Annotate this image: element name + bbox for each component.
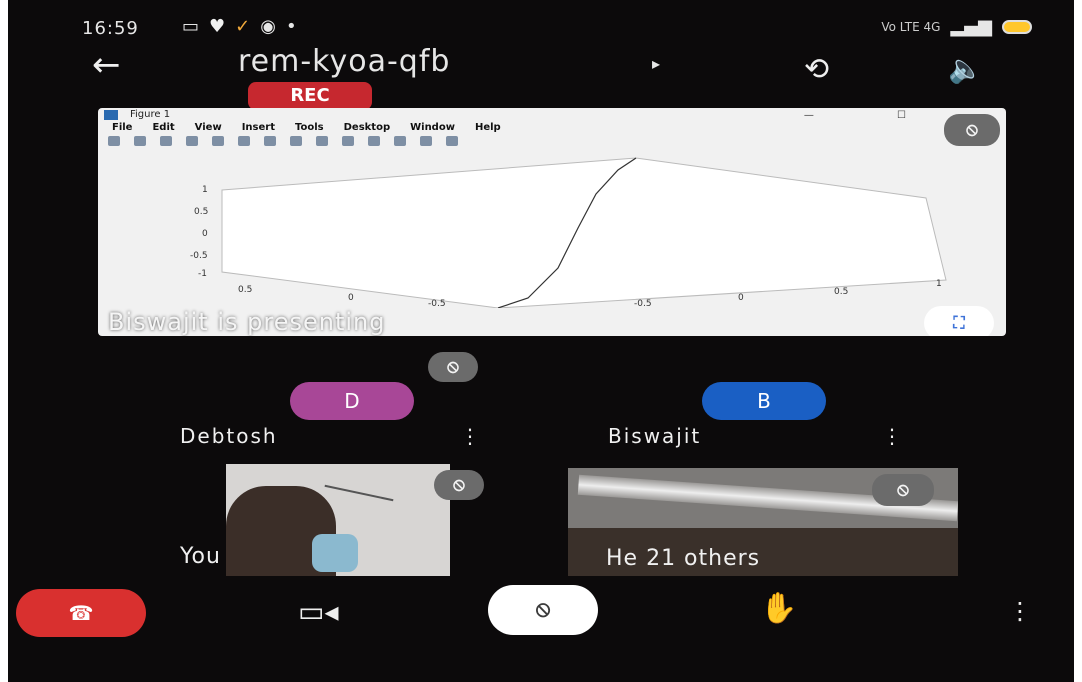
toolbar-icon bbox=[134, 136, 146, 146]
status-right: Vo LTE 4G ▂▄▆ bbox=[881, 16, 1032, 37]
record-icon: ◉ bbox=[260, 16, 276, 37]
self-muted-mic-icon: ⦸ bbox=[434, 470, 484, 500]
menu-item-file: File bbox=[112, 122, 133, 133]
status-time: 16:59 bbox=[82, 18, 139, 39]
presenting-label: Biswajit is presenting bbox=[108, 308, 386, 336]
fullscreen-icon[interactable]: ⛶ bbox=[924, 306, 994, 336]
signal-icon: ▂▄▆ bbox=[950, 16, 992, 37]
figure-menu-bar: File Edit View Insert Tools Desktop Wind… bbox=[112, 122, 501, 133]
participant-name: Biswajit bbox=[608, 424, 702, 448]
toolbar-icon bbox=[290, 136, 302, 146]
menu-item-window: Window bbox=[410, 122, 455, 133]
notification-icon: ▭ bbox=[182, 16, 200, 37]
room-background bbox=[324, 484, 394, 502]
phone-screen: 16:59 ▭ ♥ ✓ ◉ • Vo LTE 4G ▂▄▆ ← rem-kyoa… bbox=[8, 0, 1074, 682]
y-tick: -1 bbox=[198, 269, 207, 279]
menu-item-desktop: Desktop bbox=[343, 122, 391, 133]
toolbar-icon bbox=[108, 136, 120, 146]
presenter-muted-mic-icon: ⦸ bbox=[944, 114, 1000, 146]
recording-badge: REC bbox=[248, 82, 372, 110]
toolbar-icon bbox=[446, 136, 458, 146]
x-tick: 0 bbox=[348, 293, 354, 303]
others-video-label: He 21 others bbox=[606, 546, 761, 571]
meeting-header: ← rem-kyoa-qfb ▸ REC ⟲ 🔈 bbox=[8, 40, 1074, 110]
x-tick: -0.5 bbox=[428, 299, 446, 308]
menu-item-edit: Edit bbox=[152, 122, 175, 133]
camera-icon[interactable]: ▭◂ bbox=[298, 595, 339, 628]
menu-item-tools: Tools bbox=[294, 122, 324, 133]
toolbar-icon bbox=[186, 136, 198, 146]
toolbar-icon bbox=[212, 136, 224, 146]
more-options-icon[interactable]: ⋮ bbox=[1008, 597, 1032, 625]
raise-hand-icon[interactable]: ✋ bbox=[760, 591, 797, 626]
participant-tile-biswajit[interactable]: B Biswajit ⋮ bbox=[606, 380, 906, 450]
toolbar-icon bbox=[420, 136, 432, 146]
app-notification-icon: ♥ bbox=[209, 16, 226, 37]
figure-plot: 1 0.5 0 -0.5 -1 0.5 0 -0.5 -0.5 0 0.5 1 bbox=[190, 157, 947, 308]
x-tick: 1 bbox=[936, 279, 942, 289]
self-video-tile[interactable] bbox=[226, 464, 450, 576]
y-tick: 0.5 bbox=[194, 207, 208, 217]
end-call-button[interactable]: ☎ bbox=[16, 589, 146, 637]
toolbar-icon bbox=[264, 136, 276, 146]
toolbar-icon bbox=[394, 136, 406, 146]
plot-surface bbox=[221, 157, 947, 308]
y-tick: -0.5 bbox=[190, 251, 208, 261]
call-controls: ☎ ▭◂ ⦸ ✋ ⋮ bbox=[8, 585, 1074, 645]
status-bar: 16:59 ▭ ♥ ✓ ◉ • Vo LTE 4G ▂▄▆ bbox=[8, 8, 1074, 44]
toolbar-icon bbox=[342, 136, 354, 146]
self-video-label: You bbox=[180, 544, 221, 569]
x-tick: 0 bbox=[738, 293, 744, 303]
mic-toggle-button[interactable]: ⦸ bbox=[488, 585, 598, 635]
battery-icon bbox=[1002, 19, 1032, 34]
others-muted-mic-icon: ⦸ bbox=[872, 474, 934, 506]
back-arrow-icon[interactable]: ← bbox=[92, 48, 121, 82]
x-tick: 0.5 bbox=[238, 285, 252, 295]
avatar: D bbox=[290, 382, 414, 420]
switch-camera-icon[interactable]: ⟲ bbox=[804, 52, 829, 87]
chevron-right-icon[interactable]: ▸ bbox=[652, 54, 660, 73]
toolbar-icon bbox=[238, 136, 250, 146]
avatar: B bbox=[702, 382, 826, 420]
muted-mic-icon: ⦸ bbox=[428, 352, 478, 382]
more-vert-icon[interactable]: ⋮ bbox=[882, 424, 902, 448]
x-tick: 0.5 bbox=[834, 287, 848, 297]
menu-item-help: Help bbox=[474, 122, 501, 133]
speaker-icon[interactable]: 🔈 bbox=[948, 52, 983, 85]
more-vert-icon[interactable]: ⋮ bbox=[460, 424, 480, 448]
window-controls: — ☐ bbox=[803, 110, 946, 121]
figure-toolbar bbox=[108, 136, 668, 148]
menu-item-insert: Insert bbox=[241, 122, 275, 133]
y-tick: 1 bbox=[202, 185, 208, 195]
dot-icon: • bbox=[285, 16, 297, 37]
check-icon: ✓ bbox=[235, 16, 251, 37]
x-tick: -0.5 bbox=[634, 299, 652, 308]
network-label: Vo LTE 4G bbox=[881, 19, 941, 34]
y-tick: 0 bbox=[202, 229, 208, 239]
notification-icons: ▭ ♥ ✓ ◉ • bbox=[182, 16, 297, 37]
toolbar-icon bbox=[160, 136, 172, 146]
face-mask bbox=[312, 534, 358, 572]
toolbar-icon bbox=[316, 136, 328, 146]
presentation-tile[interactable]: Figure 1 — ☐ File Edit View Insert Tools… bbox=[98, 108, 1006, 336]
menu-item-view: View bbox=[194, 122, 222, 133]
toolbar-icon bbox=[368, 136, 380, 146]
participant-name: Debtosh bbox=[180, 424, 278, 448]
meeting-code[interactable]: rem-kyoa-qfb bbox=[238, 44, 450, 79]
participant-tile-debtosh[interactable]: D Debtosh ⋮ bbox=[178, 380, 480, 450]
